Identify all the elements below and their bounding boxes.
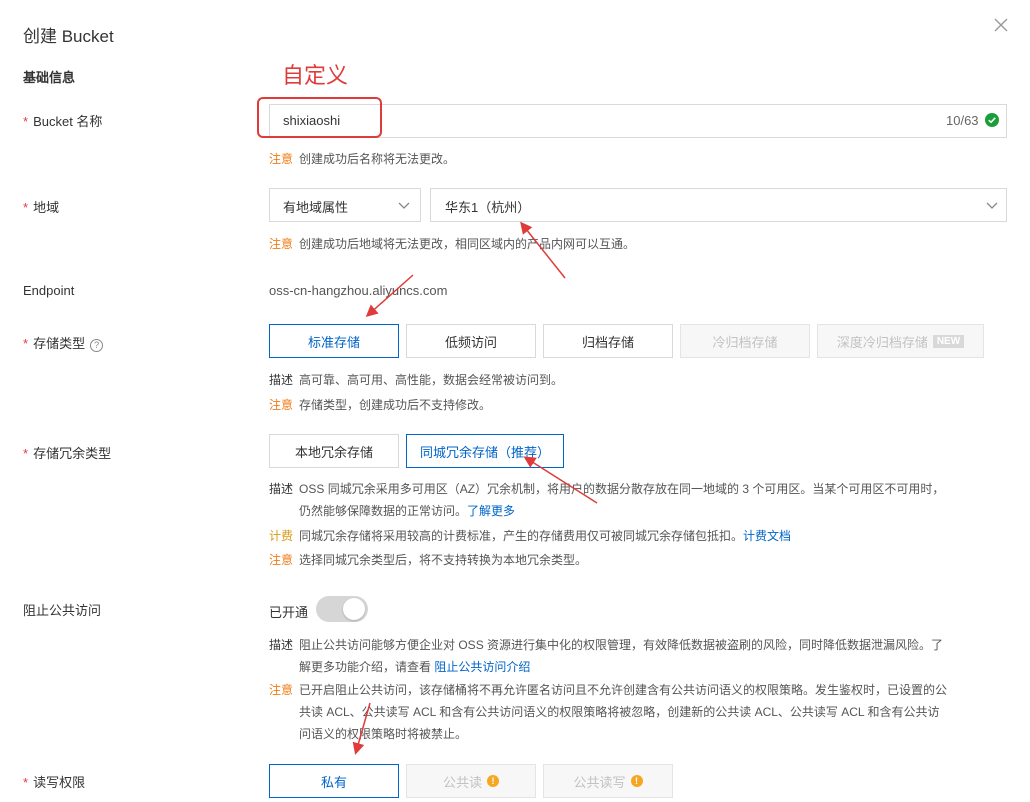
check-circle-icon <box>985 113 999 127</box>
redundancy-lrs[interactable]: 本地冗余存储 <box>269 434 399 468</box>
endpoint-value: oss-cn-hangzhou.aliyuncs.com <box>269 283 448 298</box>
section-basic-info: 基础信息 <box>23 70 76 85</box>
storage-class-desc: 描述 高可靠、高可用、高性能，数据会经常被访问到。 <box>269 373 564 387</box>
dialog-title: 创建 Bucket <box>23 27 114 46</box>
block-public-intro-link[interactable]: 阻止公共访问介绍 <box>434 660 530 674</box>
storage-class-label: * 存储类型? <box>23 333 104 352</box>
redundancy-note: 注意 选择同城冗余类型后，将不支持转换为本地冗余类型。 <box>269 553 588 567</box>
acl-private[interactable]: 私有 <box>269 764 399 798</box>
endpoint-label: Endpoint <box>23 283 75 298</box>
block-public-state: 已开通 <box>269 605 309 620</box>
bucket-name-counter: 10/63 <box>946 113 979 128</box>
acl-public-read-write: 公共读写! <box>543 764 673 798</box>
block-public-note: 注意 已开启阻止公共访问，该存储桶将不再允许匿名访问且不允许创建含有公共访问语义的… <box>269 683 948 741</box>
help-icon: ? <box>90 339 104 352</box>
region-label: * 地域 <box>23 200 60 215</box>
bucket-name-label: * Bucket 名称 <box>23 114 103 129</box>
redundancy-fee: 计费 同城冗余存储将采用较高的计费标准，产生的存储费用仅可被同城冗余存储包抵扣。计… <box>269 529 792 543</box>
storage-class-cold-archive: 冷归档存储 <box>680 324 810 358</box>
storage-class-deep-cold-archive: 深度冷归档存储 NEW <box>817 324 984 358</box>
storage-class-note: 注意 存储类型，创建成功后不支持修改。 <box>269 398 492 412</box>
block-public-desc: 描述 阻止公共访问能够方便企业对 OSS 资源进行集中化的权限管理，有效降低数据被… <box>269 638 944 674</box>
region-value: 华东1（杭州） <box>445 200 531 215</box>
annotation-custom-text: 自定义 <box>282 63 349 88</box>
annotation-highlight-box <box>257 97 382 138</box>
block-public-label: 阻止公共访问 <box>23 603 102 618</box>
region-type-value: 有地域属性 <box>283 200 349 215</box>
region-note: 注意 创建成功后地域将无法更改，相同区域内的产品内网可以互通。 <box>269 237 636 251</box>
new-badge: NEW <box>932 334 965 348</box>
acl-public-read: 公共读! <box>406 764 536 798</box>
chevron-down-icon <box>986 202 998 209</box>
warning-icon: ! <box>487 775 499 787</box>
close-icon[interactable] <box>992 16 1010 34</box>
toggle-knob <box>343 598 365 620</box>
learn-more-link[interactable]: 了解更多 <box>467 504 515 518</box>
bucket-name-note: 注意 创建成功后名称将无法更改。 <box>269 152 456 166</box>
billing-doc-link[interactable]: 计费文档 <box>743 529 791 543</box>
storage-class-standard[interactable]: 标准存储 <box>269 324 399 358</box>
redundancy-zrs[interactable]: 同城冗余存储（推荐） <box>406 434 564 468</box>
storage-class-archive[interactable]: 归档存储 <box>543 324 673 358</box>
redundancy-desc: 描述 OSS 同城冗余采用多可用区（AZ）冗余机制，将用户的数据分散存放在同一地域… <box>269 482 945 518</box>
chevron-down-icon <box>398 202 410 209</box>
redundancy-label: * 存储冗余类型 <box>23 446 112 461</box>
acl-label: * 读写权限 <box>23 775 86 790</box>
storage-class-ia[interactable]: 低频访问 <box>406 324 536 358</box>
warning-icon: ! <box>630 775 643 787</box>
